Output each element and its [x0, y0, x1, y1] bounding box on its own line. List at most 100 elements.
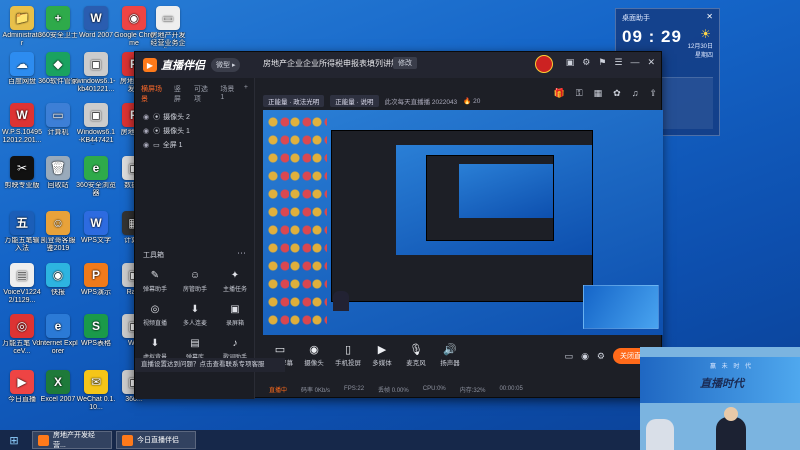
- task-item-live-assistant[interactable]: 今日直播伴侣: [116, 431, 196, 449]
- fps: FPS:22: [344, 386, 365, 392]
- source-button[interactable]: 🔊 扬声器: [433, 343, 467, 367]
- tool-icon: ✦: [230, 270, 240, 281]
- dropped-frames: 丢帧 0.00%: [378, 387, 409, 394]
- person-right-head: [724, 407, 738, 421]
- record-icon[interactable]: ▭: [565, 351, 574, 362]
- subcategory-tag[interactable]: 正能量 · 说明: [330, 95, 379, 107]
- screen-icon[interactable]: ▣: [566, 57, 575, 68]
- widget-title: 桌面助手: [622, 15, 650, 22]
- menu-icon[interactable]: ☰: [614, 57, 622, 68]
- source-button[interactable]: ◉ 摄像头: [297, 343, 331, 367]
- desktop-icon[interactable]: ✂ 剪映专业版: [2, 156, 42, 198]
- stream-preview[interactable]: [263, 110, 663, 335]
- app-icon: X: [46, 370, 70, 394]
- settings-gear-icon[interactable]: ⚙: [597, 351, 605, 362]
- desktop-icon-label: 360安全浏览器: [76, 182, 116, 197]
- lock-icon[interactable]: ⚿: [576, 88, 583, 99]
- desktop-icon-label: 万能五笔 VoiceV...: [2, 340, 42, 355]
- settings-icon[interactable]: ⚙: [582, 57, 590, 68]
- tool-item[interactable]: ◎ 视频直播: [135, 304, 175, 332]
- monitor-icon: ▭: [153, 142, 160, 149]
- desktop-icon[interactable]: ▣ windows6.1-kb401221...: [76, 52, 116, 94]
- source-camera-1[interactable]: ◉ ⦿ 摄像头 1: [135, 124, 254, 138]
- bell-icon[interactable]: ♫: [632, 88, 639, 99]
- app-icon: W: [84, 211, 108, 235]
- gift-icon[interactable]: 🎁: [554, 88, 565, 99]
- task-item-realestate[interactable]: 房地产开发经营...: [32, 431, 112, 449]
- taskbar: ⊞ 房地产开发经营... 今日直播伴侣: [0, 430, 640, 450]
- edit-title-button[interactable]: 修改: [393, 57, 417, 69]
- tool-item[interactable]: ✎ 弹幕助手: [135, 270, 175, 298]
- tool-item[interactable]: ⬇ 多人连麦: [175, 304, 215, 332]
- desktop-icon[interactable]: W W.P.S.10495 12012.201...: [2, 103, 42, 145]
- desktop-icon[interactable]: 五万能五笔输入法: [2, 211, 42, 253]
- eye-preview-icon[interactable]: ◉: [581, 351, 589, 362]
- source-camera-2[interactable]: ◉ ⦿ 摄像头 2: [135, 110, 254, 124]
- flag-icon[interactable]: ⚑: [598, 57, 606, 68]
- widget-close-icon[interactable]: ✕: [706, 12, 713, 21]
- desktop-icon[interactable]: ☁ 百度网盘: [2, 52, 42, 94]
- tool-label: 弹幕助手: [142, 287, 167, 293]
- window-controls: ▣ ⚙ ⚑ ☰ — ✕: [566, 57, 655, 68]
- desktop-icon[interactable]: 🗑 回收站: [38, 156, 78, 198]
- desktop-icon[interactable]: W Word 2007: [76, 6, 116, 48]
- desktop-icon[interactable]: ◉ 快报: [38, 263, 78, 305]
- more-icon[interactable]: ⋯: [237, 248, 246, 259]
- desktop-icon[interactable]: ✉ WeChat 0.1.10...: [76, 370, 116, 412]
- source-button[interactable]: ▶ 多媒体: [365, 343, 399, 367]
- desktop-icon[interactable]: ◆ 360软件管家: [38, 52, 78, 94]
- desktop-icon[interactable]: S WPS表格: [76, 314, 116, 356]
- source-button[interactable]: ▯ 手机投屏: [331, 343, 365, 367]
- eye-icon[interactable]: ◉: [143, 141, 149, 149]
- app-logo-icon: ▶: [143, 58, 157, 72]
- category-tag[interactable]: 正能量 · 政法光明: [263, 95, 325, 107]
- beauty-icon[interactable]: ✿: [613, 88, 621, 99]
- desktop-icon[interactable]: W WPS文字: [76, 211, 116, 253]
- share-icon[interactable]: ⇪: [649, 88, 657, 99]
- app-icon: ✉: [84, 370, 108, 394]
- add-scene-button[interactable]: +: [244, 84, 248, 104]
- desktop-icon[interactable]: ▭ 房地产开发经营业务企业...: [148, 6, 188, 48]
- app-icon: S: [84, 314, 108, 338]
- desktop-icon[interactable]: 📁 Administrator: [2, 6, 42, 48]
- source-button[interactable]: 🎙 麦克风: [399, 343, 433, 367]
- tab-landscape[interactable]: 横屏场景: [141, 84, 167, 104]
- person-left: [646, 419, 674, 450]
- eye-icon[interactable]: ◉: [143, 113, 149, 121]
- app-icon: P: [84, 263, 108, 287]
- start-button[interactable]: ⊞: [0, 430, 28, 450]
- desktop-icon[interactable]: ▶ 今日直播: [2, 370, 42, 412]
- layout-icon[interactable]: ▦: [594, 88, 603, 99]
- desktop-icon[interactable]: +360安全卫士: [38, 6, 78, 48]
- eye-icon[interactable]: ◉: [143, 127, 149, 135]
- desktop-icon[interactable]: ◎ 万能五笔 VoiceV...: [2, 314, 42, 356]
- tool-item[interactable]: ✦ 主播任务: [215, 270, 255, 298]
- desktop-icon-label: 房地产开发经营业务企业...: [150, 32, 186, 47]
- tool-item[interactable]: ☺ 房管助手: [175, 270, 215, 298]
- inset-banner-text: 直播时代: [700, 378, 744, 390]
- avatar[interactable]: [535, 55, 553, 73]
- desktop-icon[interactable]: P WPS演示: [76, 263, 116, 305]
- tool-icon: ☺: [189, 270, 201, 281]
- source-label: 多媒体: [372, 360, 392, 367]
- source-label: 扬声器: [440, 360, 460, 367]
- tab-options[interactable]: 可选项: [194, 84, 213, 104]
- desktop-icon-label: 快报: [51, 289, 65, 296]
- desktop-icon[interactable]: ▤ VoiceV1224 2/1129...: [2, 263, 42, 305]
- tab-scene1[interactable]: 场景1: [220, 84, 237, 104]
- desktop-icon-label: WeChat 0.1.10...: [76, 396, 116, 411]
- mini-mode-button[interactable]: 微型 ▸: [211, 58, 241, 72]
- desktop-icon[interactable]: X Excel 2007: [38, 370, 78, 412]
- tool-item[interactable]: ▣ 录屏箱: [215, 304, 255, 332]
- close-icon[interactable]: ✕: [647, 57, 655, 68]
- desktop-icon[interactable]: e 360安全浏览器: [76, 156, 116, 198]
- minimize-icon[interactable]: —: [630, 57, 639, 68]
- desktop-icon[interactable]: ▭ 计算机: [38, 103, 78, 145]
- desktop-icon[interactable]: ☺ 凯登哥客服鉴2019: [38, 211, 78, 253]
- desktop-icon[interactable]: ▣ Windows6.1 -KB4474215...: [76, 103, 116, 145]
- tab-portrait[interactable]: 竖屏: [174, 84, 187, 104]
- desktop-icon-label: WPS文字: [81, 237, 111, 244]
- help-notice[interactable]: 直播设置达到问题？点击查看联系专项客服: [135, 358, 285, 372]
- source-fullscreen-1[interactable]: ◉ ▭ 全屏 1: [135, 138, 254, 152]
- desktop-icon[interactable]: e Internet Explorer: [38, 314, 78, 356]
